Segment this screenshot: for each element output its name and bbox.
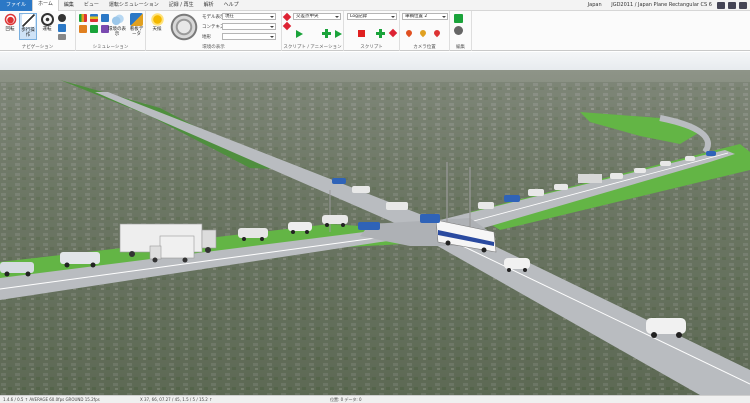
- drive-button[interactable]: 運転: [39, 13, 55, 32]
- car-12: [504, 195, 520, 202]
- scene: [0, 52, 750, 395]
- ribbon: 回転 歩行操作 運転 ナビゲーション 環境の表示 看板データ シミュレーション …: [0, 11, 750, 51]
- add-icon[interactable]: [322, 29, 331, 38]
- pen-icon[interactable]: [388, 28, 398, 38]
- car-9: [352, 186, 370, 193]
- pin-icon[interactable]: [404, 28, 414, 38]
- context-select[interactable]: [222, 23, 276, 30]
- car-icon[interactable]: [454, 26, 463, 35]
- status-bar: 1.4.6 / 0.5 ↑ AVERAGE 60.0fps GROUND 15.…: [0, 395, 750, 403]
- camera-group: 車輌位置 2 カメラ位置: [400, 11, 450, 51]
- window-controls: [717, 2, 747, 9]
- navigation-group-label: ナビゲーション: [21, 45, 54, 50]
- camera-group-label: カメラ位置: [413, 45, 436, 50]
- simulation-group-label: シミュレーション: [92, 45, 129, 50]
- coordinate-system-info: Japan JGD2011 / Japan Plane Rectangular …: [580, 0, 712, 11]
- cloud-icon: [110, 13, 124, 26]
- stats-icon[interactable]: [89, 14, 98, 22]
- play-script-icon[interactable]: [335, 30, 342, 38]
- car-19: [706, 151, 716, 156]
- steering-wheel-icon: [40, 13, 54, 26]
- status-mid: X 37, 66, 07.27 / 45, 1.5 / 5 / 15.2 ↑: [140, 397, 213, 402]
- edit-icon[interactable]: [282, 21, 292, 31]
- model-display-select[interactable]: 現在: [222, 13, 276, 20]
- sun-icon: [150, 13, 164, 26]
- walk-mode-button[interactable]: 歩行操作: [19, 13, 37, 40]
- scenery-label: 看板データ: [129, 27, 144, 37]
- file-tab[interactable]: ファイル: [0, 0, 33, 11]
- car-18: [685, 156, 695, 161]
- script-animation-group: 交差点中央 スクリプト / アニメーション: [282, 11, 344, 51]
- tab-analysis[interactable]: 解析: [199, 0, 219, 11]
- rotate-label: 回転: [5, 27, 15, 32]
- script-select[interactable]: 交差点中央: [293, 13, 341, 20]
- environment-group-label: 環境の表示: [202, 45, 225, 50]
- weather-label: 天候: [152, 27, 162, 32]
- play-icon[interactable]: [296, 30, 303, 38]
- clock-dial-icon[interactable]: [170, 13, 198, 41]
- chart-tools-2: [79, 25, 110, 33]
- terrain-select[interactable]: [222, 33, 276, 40]
- signal-icon[interactable]: [89, 25, 98, 33]
- script-group-label: スクリプト: [360, 45, 383, 50]
- traffic-icon[interactable]: [79, 25, 87, 33]
- scenery-button[interactable]: 看板データ: [128, 13, 145, 37]
- tab-edit[interactable]: 編集: [59, 0, 79, 11]
- truck-far: [578, 174, 602, 183]
- gear-icon[interactable]: [58, 34, 66, 40]
- add-record-icon[interactable]: [376, 29, 385, 38]
- status-right: 位置: 0 データ: 0: [330, 397, 362, 402]
- save-as-icon[interactable]: [728, 2, 736, 9]
- pin-add-icon[interactable]: [418, 28, 428, 38]
- drive-label: 運転: [42, 27, 52, 32]
- car-11: [478, 202, 494, 209]
- script-animation-group-label: スクリプト / アニメーション: [283, 45, 342, 50]
- tree-icon[interactable]: [454, 14, 463, 23]
- tab-driving-sim[interactable]: 運転シミュレーション: [104, 0, 164, 11]
- car-15: [610, 173, 623, 179]
- car-8: [386, 202, 408, 210]
- cursor-icon: [21, 14, 35, 27]
- rotate-button[interactable]: 回転: [2, 13, 18, 32]
- 3d-viewport[interactable]: [0, 52, 750, 395]
- car-7: [420, 214, 440, 223]
- person-icon[interactable]: [58, 24, 66, 32]
- env-display-label: 環境の表示: [108, 27, 126, 37]
- car-17: [660, 161, 671, 166]
- tab-record-play[interactable]: 記録 / 再生: [164, 0, 199, 11]
- car-10: [332, 178, 346, 184]
- sign-icon: [130, 13, 143, 26]
- stop-icon[interactable]: [358, 30, 365, 37]
- pin-remove-icon[interactable]: [432, 28, 442, 38]
- save-icon[interactable]: [717, 2, 725, 9]
- tab-home[interactable]: ホーム: [32, 0, 59, 11]
- edit-group: 編集: [450, 11, 472, 51]
- env-display-button[interactable]: 環境の表示: [107, 13, 127, 37]
- camera-select[interactable]: 車輌位置 2: [402, 13, 448, 20]
- script-group: Log記録 スクリプト: [344, 11, 400, 51]
- status-left: 1.4.6 / 0.5 ↑ AVERAGE 60.0fps GROUND 15.…: [3, 397, 100, 402]
- steering-icon[interactable]: [58, 14, 66, 22]
- walk-mode-label: 歩行操作: [21, 28, 35, 38]
- settings-icon[interactable]: [739, 2, 747, 9]
- edit-group-label: 編集: [456, 45, 465, 50]
- car-16: [634, 168, 646, 173]
- simulation-group: 環境の表示 看板データ シミュレーション: [76, 11, 146, 51]
- tab-view[interactable]: ビュー: [79, 0, 104, 11]
- car-6: [358, 222, 380, 230]
- tab-help[interactable]: ヘルプ: [219, 0, 244, 11]
- car-14: [554, 184, 568, 190]
- environment-group: 天候 モデル表示 現在 コンテキスト 地形 環境の表示: [146, 11, 282, 51]
- region-label: Japan: [587, 2, 602, 8]
- bar-chart-icon[interactable]: [79, 14, 87, 22]
- chart-tools: [79, 14, 110, 22]
- terrain-label: 地形: [202, 35, 211, 40]
- car-13: [528, 189, 544, 196]
- pencil-icon[interactable]: [282, 12, 292, 22]
- log-select[interactable]: Log記録: [347, 13, 397, 20]
- rotate-icon: [3, 13, 17, 26]
- crs-label: JGD2011 / Japan Plane Rectangular CS 6: [611, 2, 712, 8]
- navigation-group: 回転 歩行操作 運転 ナビゲーション: [0, 11, 76, 51]
- weather-button[interactable]: 天候: [148, 13, 166, 32]
